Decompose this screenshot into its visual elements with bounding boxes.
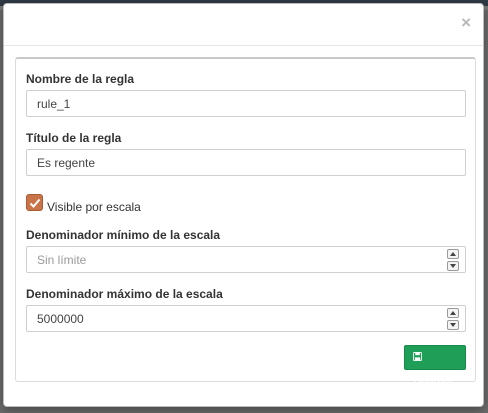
save-button[interactable]: Guardar xyxy=(404,345,466,386)
save-button-label: Guardar xyxy=(413,374,454,386)
close-button[interactable]: × xyxy=(461,13,471,33)
rule-dialog: × Nombre de la regla rule_1 Título de la… xyxy=(3,3,484,407)
arrow-up-icon xyxy=(450,311,456,315)
visible-by-scale-label: Visible por escala xyxy=(47,200,141,214)
max-increment-button[interactable] xyxy=(447,308,459,318)
checkmark-icon xyxy=(29,198,41,208)
rule-name-label: Nombre de la regla xyxy=(26,72,135,86)
max-denominator-input[interactable]: 5000000 xyxy=(26,305,466,332)
rule-name-input[interactable]: rule_1 xyxy=(26,90,466,117)
rule-title-label: Título de la regla xyxy=(26,131,122,145)
min-decrement-button[interactable] xyxy=(447,261,459,271)
max-denominator-spinner xyxy=(447,308,459,330)
modal-header: × xyxy=(4,4,483,46)
visible-by-scale-checkbox[interactable] xyxy=(26,194,43,211)
max-denominator-value: 5000000 xyxy=(37,312,84,326)
arrow-up-icon xyxy=(450,252,456,256)
min-increment-button[interactable] xyxy=(447,249,459,259)
min-denominator-spinner xyxy=(447,249,459,271)
min-denominator-placeholder: Sin límite xyxy=(37,253,87,267)
min-denominator-input[interactable]: Sin límite xyxy=(26,246,466,273)
max-decrement-button[interactable] xyxy=(447,320,459,330)
rule-title-input[interactable]: Es regente xyxy=(26,149,466,176)
max-denominator-label: Denominador máximo de la escala xyxy=(26,287,223,301)
rule-form-panel: Nombre de la regla rule_1 Título de la r… xyxy=(15,57,476,386)
floppy-disk-icon xyxy=(413,352,422,361)
arrow-down-icon xyxy=(450,323,456,327)
min-denominator-label: Denominador mínimo de la escala xyxy=(26,228,221,242)
arrow-down-icon xyxy=(450,264,456,268)
